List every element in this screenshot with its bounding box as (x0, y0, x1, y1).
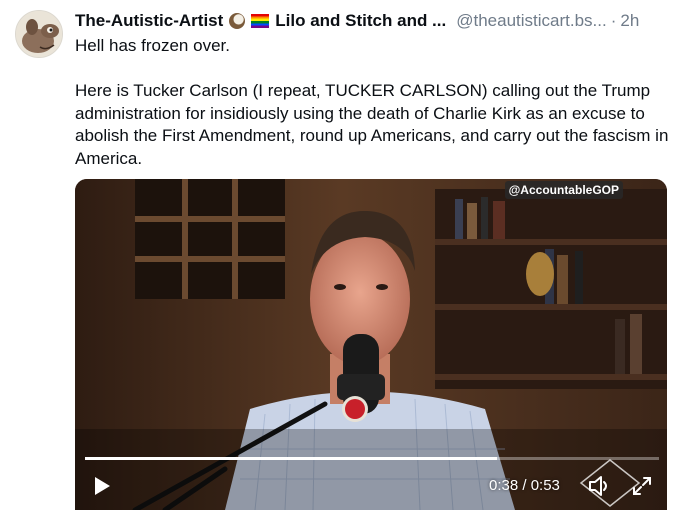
coconut-emoji-icon (229, 13, 246, 29)
video-progress-fill (85, 457, 497, 460)
play-button[interactable] (91, 475, 113, 497)
video-player[interactable]: @AccountableGOP 0:38 / 0:53 (75, 179, 667, 510)
video-watermark: @AccountableGOP (504, 181, 623, 199)
post-header: The-Autistic-Artist Lilo and Stitch and … (75, 9, 670, 33)
display-name-suffix[interactable]: Lilo and Stitch and ... (275, 11, 446, 31)
rainbow-flag-emoji-icon (251, 14, 270, 28)
avatar[interactable] (15, 10, 63, 58)
video-time-readout: 0:38 / 0:53 (489, 477, 560, 494)
post-timestamp[interactable]: 2h (620, 11, 639, 31)
separator-dot: · (610, 11, 617, 30)
post-body-text: Hell has frozen over. Here is Tucker Car… (75, 36, 669, 168)
avatar-cartoon-icon (16, 11, 62, 57)
volume-muted-icon (589, 476, 607, 496)
play-icon (95, 477, 110, 495)
video-progress-bar[interactable] (85, 457, 659, 460)
volume-button[interactable] (587, 474, 613, 498)
fullscreen-button[interactable] (631, 475, 653, 497)
display-name[interactable]: The-Autistic-Artist (75, 11, 223, 31)
fullscreen-icon (633, 477, 651, 495)
author-handle[interactable]: @theautisticart.bs... (456, 11, 607, 31)
